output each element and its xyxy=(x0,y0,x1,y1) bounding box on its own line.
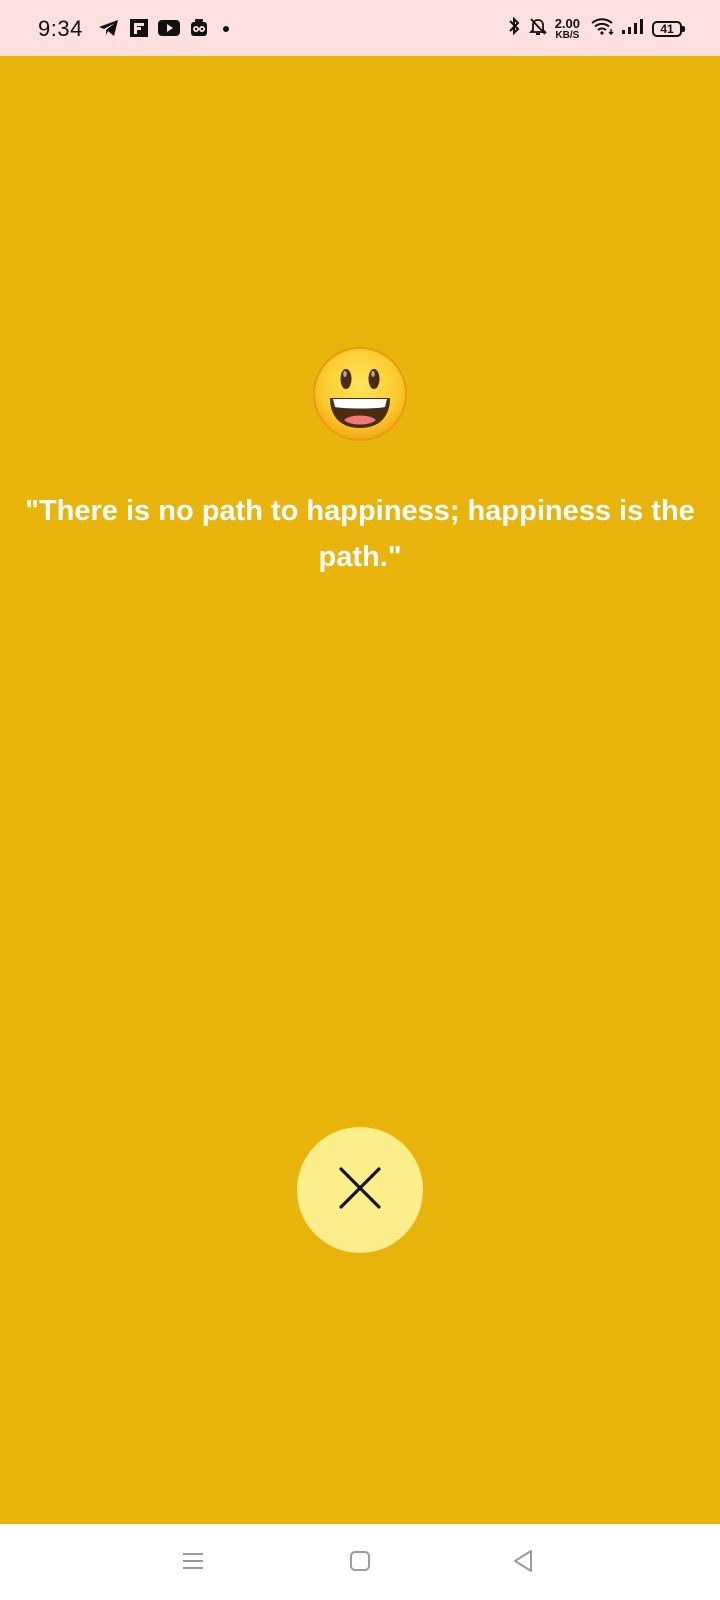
grinning-face-emoji-icon xyxy=(312,346,408,442)
recent-apps-button[interactable] xyxy=(176,1546,210,1580)
network-speed-unit: KB/S xyxy=(555,29,580,41)
battery-icon: 41 xyxy=(652,20,685,37)
wifi-icon xyxy=(590,17,614,40)
back-button[interactable] xyxy=(506,1546,540,1580)
menu-icon xyxy=(181,1551,205,1576)
home-button[interactable] xyxy=(343,1546,377,1580)
app-notification-icon xyxy=(190,19,208,37)
home-icon xyxy=(349,1550,371,1577)
back-icon xyxy=(512,1549,534,1578)
system-status-icons: 2.00 KB/S 41 xyxy=(507,16,685,41)
network-speed-value: 2.00 xyxy=(554,15,580,31)
signal-icon xyxy=(622,17,644,40)
navigation-bar xyxy=(0,1524,720,1600)
status-bar: 9:34 2.00 KB/S 41 xyxy=(0,0,720,56)
bluetooth-icon xyxy=(507,16,521,41)
close-icon xyxy=(338,1166,382,1215)
network-speed: 2.00 KB/S xyxy=(555,17,580,41)
telegram-icon xyxy=(98,19,120,37)
close-button[interactable] xyxy=(297,1127,423,1253)
flipboard-icon xyxy=(130,19,148,37)
quote-screen: "There is no path to happiness; happines… xyxy=(0,56,720,1524)
status-time: 9:34 xyxy=(38,16,83,41)
bell-off-icon xyxy=(528,16,547,41)
notification-icons xyxy=(98,19,232,37)
quote-text: "There is no path to happiness; happines… xyxy=(25,495,695,573)
youtube-icon xyxy=(158,20,180,36)
dot-icon xyxy=(218,19,232,37)
